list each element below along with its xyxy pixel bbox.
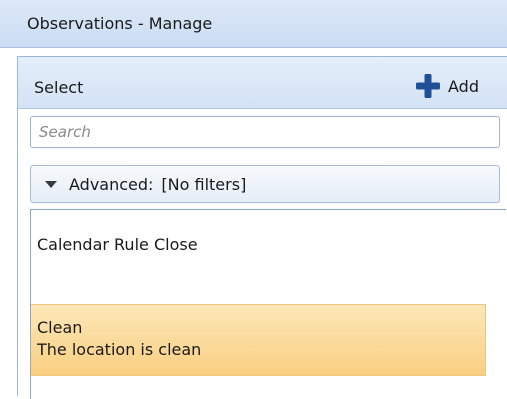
select-header: Select Add — [18, 57, 507, 109]
observation-list: Calendar Rule Close Clean The location i… — [30, 209, 506, 399]
search-input[interactable] — [30, 116, 500, 148]
advanced-label: Advanced: — [69, 174, 154, 194]
list-item-description: The location is clean — [37, 340, 202, 359]
list-item-title: Clean — [37, 318, 83, 337]
filter-value: [No filters] — [161, 174, 247, 194]
plus-icon — [416, 74, 440, 98]
add-button[interactable]: Add — [414, 73, 479, 99]
select-label: Select — [34, 78, 84, 97]
window-title-bar: Observations - Manage — [0, 0, 507, 48]
list-item-title: Calendar Rule Close — [37, 235, 198, 254]
list-item-selected[interactable]: Clean The location is clean — [31, 304, 486, 376]
add-button-label: Add — [448, 76, 479, 96]
triangle-down-icon — [45, 180, 57, 188]
window-title: Observations - Manage — [27, 14, 213, 33]
advanced-filter-toggle[interactable]: Advanced: [No filters] — [30, 165, 500, 203]
select-panel: Select Add Advanced: [No filters] Calend… — [17, 56, 507, 399]
list-item[interactable]: Calendar Rule Close — [31, 232, 486, 272]
